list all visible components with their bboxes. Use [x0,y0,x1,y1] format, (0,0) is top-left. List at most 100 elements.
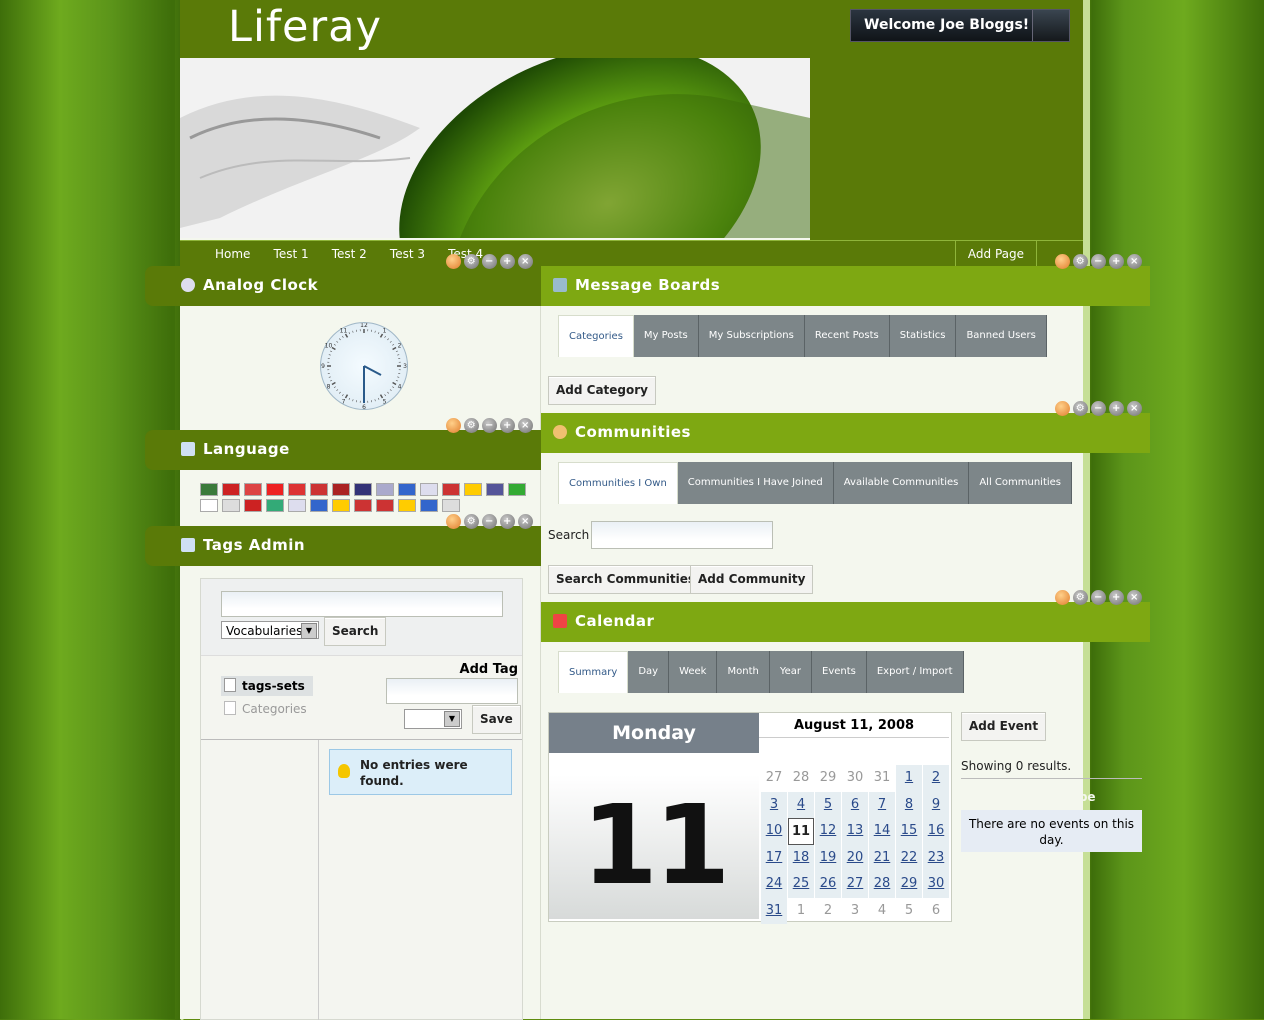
calendar-day-cell[interactable]: 28 [869,871,895,898]
look-and-feel-icon[interactable] [1055,401,1070,416]
calendar-day-cell[interactable]: 5 [815,792,841,819]
language-flag-icon[interactable] [464,483,482,496]
tag-set-select[interactable]: ▼ [404,709,462,729]
calendar-day-cell[interactable]: 25 [788,871,814,898]
calendar-day-cell[interactable]: 27 [842,871,868,898]
language-flag-icon[interactable] [354,499,372,512]
tab-summary[interactable]: Summary [558,651,628,693]
close-icon[interactable]: × [518,254,533,269]
language-flag-icon[interactable] [376,499,394,512]
language-flag-icon[interactable] [288,483,306,496]
language-flag-icon[interactable] [310,483,328,496]
minimize-icon[interactable]: − [1091,401,1106,416]
add-category-button[interactable]: Add Category [548,376,656,405]
search-communities-button[interactable]: Search Communities [548,565,703,594]
tab-available-communities[interactable]: Available Communities [834,462,970,504]
language-flag-icon[interactable] [266,499,284,512]
tab-recent-posts[interactable]: Recent Posts [805,315,890,357]
calendar-day-cell[interactable]: 3 [761,792,787,819]
tags-search-button[interactable]: Search [324,617,386,646]
language-flag-icon[interactable] [398,483,416,496]
nav-test-1[interactable]: Test 1 [274,241,309,267]
configuration-icon[interactable]: ⚙ [464,514,479,529]
close-icon[interactable]: × [518,418,533,433]
site-logo[interactable]: Liferay [228,2,382,52]
language-flag-icon[interactable] [222,499,240,512]
language-flag-icon[interactable] [332,499,350,512]
column-time[interactable]: Time [973,790,1006,810]
language-flag-icon[interactable] [486,483,504,496]
calendar-day-cell[interactable]: 31 [761,898,787,925]
portlet-header-message-boards[interactable]: Message Boards ⚙−+× [541,266,1150,306]
portlet-header-clock[interactable]: Analog Clock ⚙−+× [145,266,541,306]
language-flag-icon[interactable] [222,483,240,496]
close-icon[interactable]: × [518,514,533,529]
language-flag-icon[interactable] [508,483,526,496]
vocabularies-select[interactable]: Vocabularies ▼ [221,621,319,639]
tab-day[interactable]: Day [628,651,669,693]
tab-my-posts[interactable]: My Posts [634,315,699,357]
nav-test-2[interactable]: Test 2 [332,241,367,267]
tags-search-input[interactable] [221,591,503,617]
configuration-icon[interactable]: ⚙ [1073,401,1088,416]
look-and-feel-icon[interactable] [446,254,461,269]
save-button[interactable]: Save [472,705,521,734]
tab-week[interactable]: Week [669,651,717,693]
language-flag-icon[interactable] [354,483,372,496]
tab-year[interactable]: Year [770,651,812,693]
calendar-day-cell[interactable]: 19 [815,845,841,872]
calendar-day-cell[interactable]: 23 [923,845,949,872]
look-and-feel-icon[interactable] [1055,590,1070,605]
configuration-icon[interactable]: ⚙ [464,418,479,433]
close-icon[interactable]: × [1127,401,1142,416]
calendar-day-cell[interactable]: 7 [869,792,895,819]
tab-events[interactable]: Events [812,651,867,693]
communities-search-input[interactable] [591,521,773,549]
calendar-day-cell[interactable]: 12 [815,818,841,845]
language-flag-icon[interactable] [332,483,350,496]
calendar-day-cell[interactable]: 14 [869,818,895,845]
language-flag-icon[interactable] [200,499,218,512]
calendar-day-cell[interactable]: 15 [896,818,922,845]
look-and-feel-icon[interactable] [446,418,461,433]
tab-month[interactable]: Month [717,651,769,693]
column-title[interactable]: Title [1020,790,1050,810]
language-flag-icon[interactable] [398,499,416,512]
tab-categories[interactable]: Categories [558,315,634,357]
calendar-day-cell[interactable]: 13 [842,818,868,845]
welcome-button[interactable]: Welcome Joe Bloggs! [850,9,1070,42]
minimize-icon[interactable]: − [482,514,497,529]
language-flag-icon[interactable] [420,499,438,512]
calendar-day-cell[interactable]: 21 [869,845,895,872]
calendar-day-cell[interactable]: 10 [761,818,787,845]
calendar-day-cell[interactable]: 2 [923,765,949,792]
look-and-feel-icon[interactable] [1055,254,1070,269]
close-icon[interactable]: × [1127,254,1142,269]
calendar-day-cell[interactable]: 20 [842,845,868,872]
nav-home[interactable]: Home [215,241,250,267]
tab-my-subscriptions[interactable]: My Subscriptions [699,315,805,357]
tab-all-communities[interactable]: All Communities [969,462,1072,504]
calendar-day-cell[interactable]: 8 [896,792,922,819]
maximize-icon[interactable]: + [1109,401,1124,416]
calendar-day-cell[interactable]: 26 [815,871,841,898]
portlet-header-communities[interactable]: Communities ⚙−+× [541,413,1150,453]
language-flag-icon[interactable] [288,499,306,512]
configuration-icon[interactable]: ⚙ [464,254,479,269]
language-flag-icon[interactable] [244,483,262,496]
calendar-day-cell[interactable]: 30 [923,871,949,898]
language-flag-icon[interactable] [442,499,460,512]
language-flag-icon[interactable] [200,483,218,496]
maximize-icon[interactable]: + [1109,254,1124,269]
calendar-day-cell[interactable]: 11 [788,818,814,845]
add-community-button[interactable]: Add Community [690,565,813,594]
calendar-day-cell[interactable]: 17 [761,845,787,872]
tab-communities-joined[interactable]: Communities I Have Joined [678,462,834,504]
maximize-icon[interactable]: + [500,514,515,529]
tab-export-import[interactable]: Export / Import [867,651,964,693]
minimize-icon[interactable]: − [1091,254,1106,269]
maximize-icon[interactable]: + [1109,590,1124,605]
language-flag-icon[interactable] [310,499,328,512]
portlet-header-tags-admin[interactable]: Tags Admin ⚙−+× [145,526,541,566]
calendar-day-cell[interactable]: 22 [896,845,922,872]
